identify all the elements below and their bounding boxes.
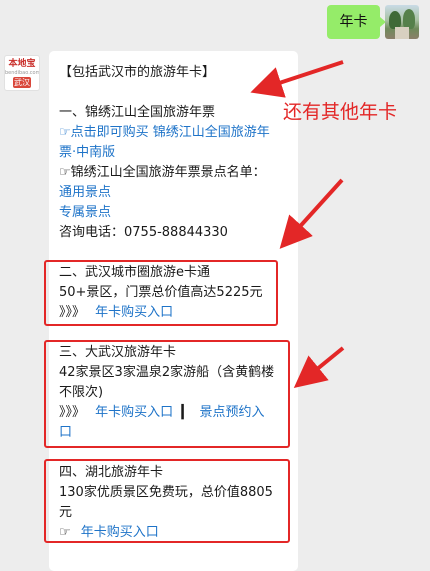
arrow-to-header	[250, 60, 344, 98]
arrow-to-section3	[293, 346, 345, 389]
annotation-arrows	[250, 60, 345, 389]
arrow-to-section2	[279, 178, 344, 249]
